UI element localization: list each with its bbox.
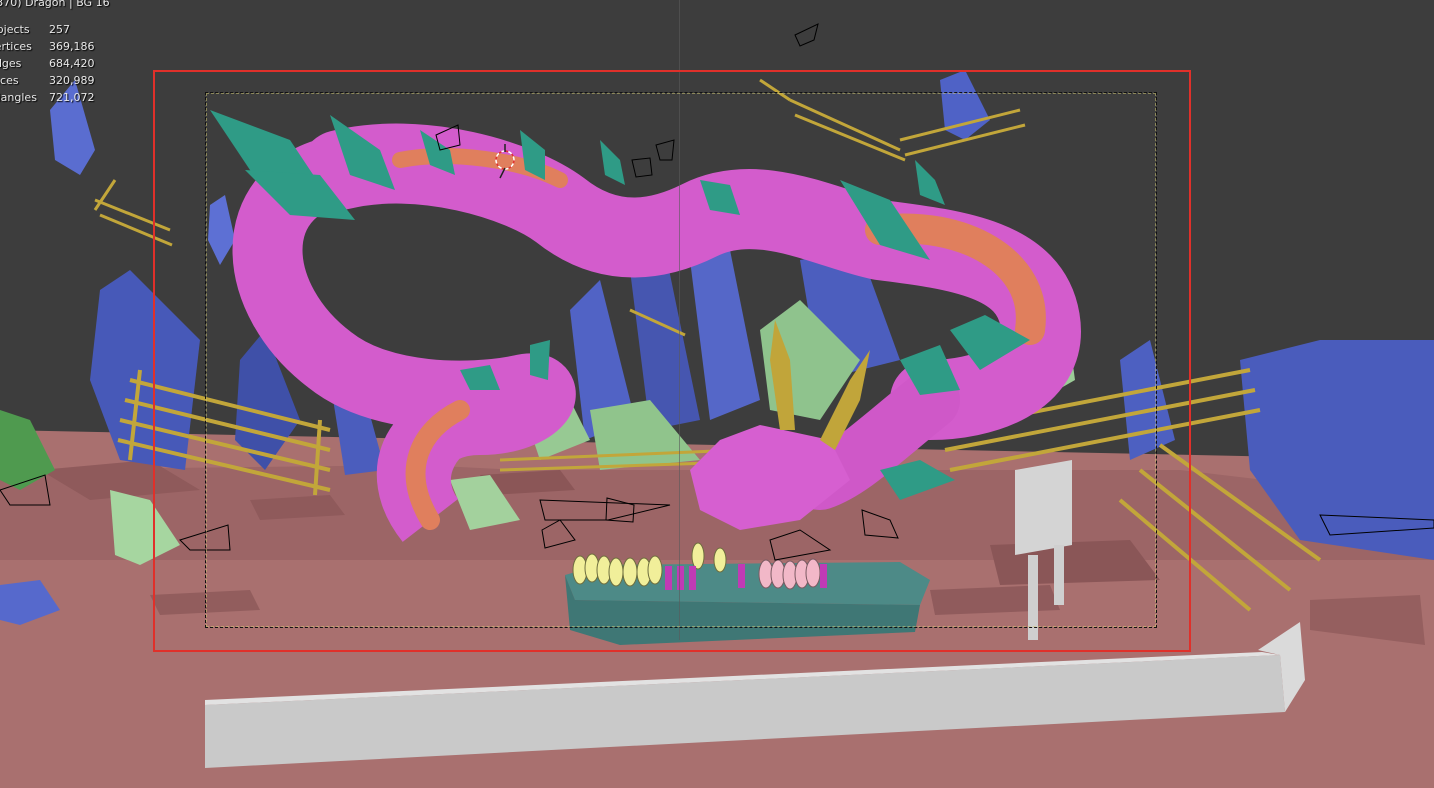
scene-statistics: Objects 257 Vertices 369,186 Edges 684,4…	[0, 21, 95, 106]
billboard	[1015, 460, 1072, 555]
crowd-pink	[758, 558, 821, 590]
stat-row-objects: Objects 257	[0, 21, 95, 38]
crystal-blue	[690, 250, 760, 420]
stat-value: 684,420	[49, 57, 95, 70]
stat-value: 257	[49, 23, 70, 36]
fence-top	[759, 78, 1026, 162]
stat-value: 369,186	[49, 40, 95, 53]
stat-label: Faces	[0, 74, 19, 87]
stat-row-vertices: Vertices 369,186	[0, 38, 95, 55]
stat-label: Triangles	[0, 91, 37, 104]
stat-label: Vertices	[0, 40, 32, 53]
stat-value: 320,989	[49, 74, 95, 87]
stat-label: Objects	[0, 23, 30, 36]
stat-row-edges: Edges 684,420	[0, 55, 95, 72]
viewport-object-title: (370) Dragon | BG 16	[0, 0, 110, 9]
billboard-leg	[1028, 555, 1038, 640]
billboard-leg	[1054, 545, 1064, 605]
stat-value: 721,072	[49, 91, 95, 104]
fence-small	[93, 179, 173, 247]
scene-render[interactable]	[0, 0, 1434, 788]
crystal-blue	[1120, 340, 1175, 460]
stat-label: Edges	[0, 57, 22, 70]
stat-row-triangles: Triangles 721,072	[0, 89, 95, 106]
3d-viewport[interactable]: (370) Dragon | BG 16 Objects 257 Vertice…	[0, 0, 1434, 788]
crystal-blue	[208, 195, 235, 265]
stat-row-faces: Faces 320,989	[0, 72, 95, 89]
rock-slab	[930, 585, 1060, 615]
